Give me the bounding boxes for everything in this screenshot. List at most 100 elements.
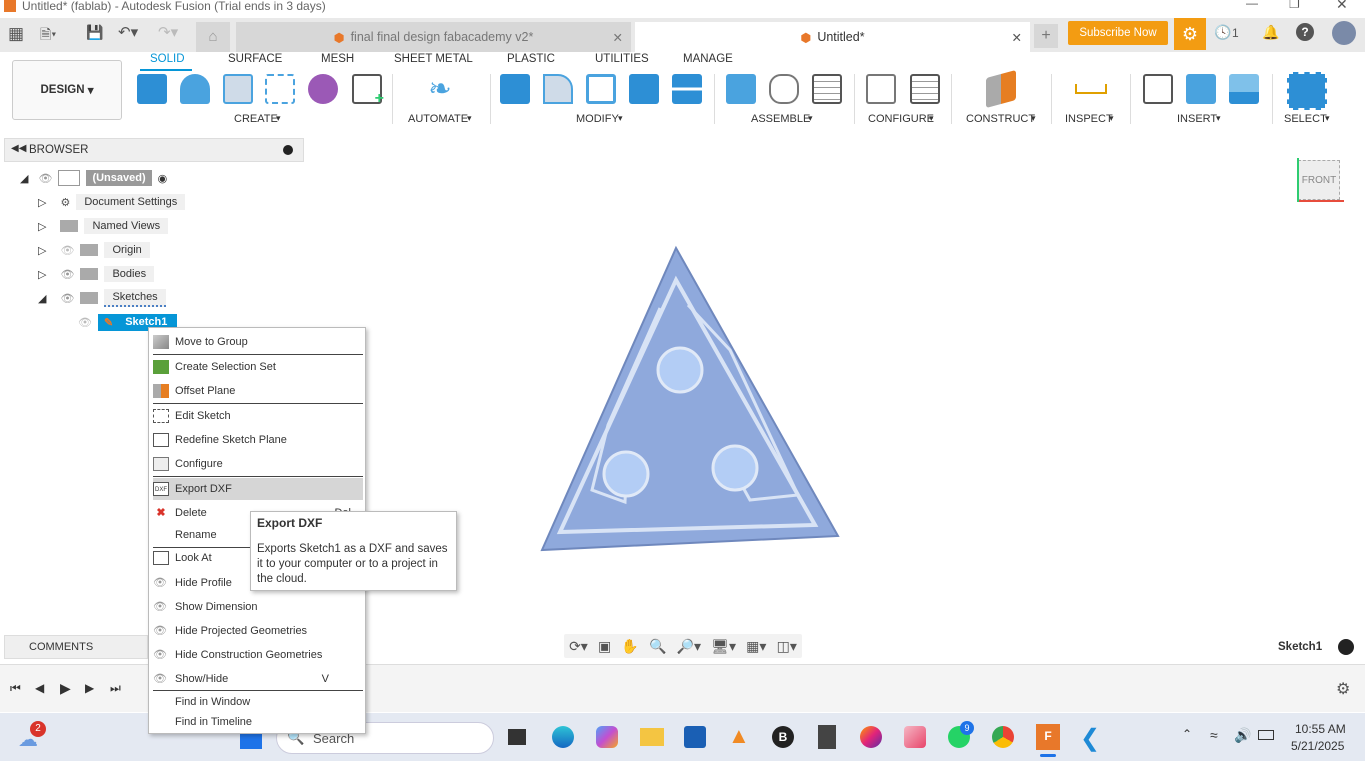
save-icon[interactable]: 💾	[86, 24, 103, 41]
volume-icon[interactable]: 🔊	[1234, 727, 1251, 744]
minimize-icon[interactable]: —	[1246, 0, 1258, 10]
file-explorer-icon[interactable]	[640, 728, 664, 746]
assemble-dropdown-icon[interactable]: ▾	[808, 113, 813, 124]
comments-panel[interactable]: COMMENTS	[4, 635, 148, 659]
menu-create-selection-set[interactable]: Create Selection Set	[153, 356, 363, 378]
inspect-dropdown-icon[interactable]: ▾	[1109, 113, 1114, 124]
modify-dropdown-icon[interactable]: ▾	[618, 113, 623, 124]
tab-untitled[interactable]: ⬢ Untitled* ✕	[635, 22, 1030, 52]
step-back-icon[interactable]: ◀	[35, 681, 44, 695]
group-construct[interactable]: CONSTRUCT	[966, 113, 1035, 125]
firefox-icon[interactable]	[860, 726, 882, 748]
step-forward-icon[interactable]: ▶	[85, 681, 94, 695]
expand-icon[interactable]: ▷	[38, 268, 46, 281]
extrude-icon[interactable]	[180, 74, 210, 104]
home-button[interactable]: ⌂	[196, 22, 230, 52]
menu-configure[interactable]: Configure	[153, 453, 363, 475]
orbit-icon[interactable]: ⟳▾	[569, 638, 588, 655]
menu-show-dimension[interactable]: 👁 Show Dimension	[153, 596, 363, 618]
look-at-icon[interactable]: ▣	[598, 638, 611, 655]
config-table-icon[interactable]	[910, 74, 940, 104]
menu-offset-plane[interactable]: Offset Plane	[153, 380, 363, 402]
insert-mcmaster-icon[interactable]	[1186, 74, 1216, 104]
workspace-switcher[interactable]: DESIGN ▾	[12, 60, 122, 120]
finish-sketch-icon[interactable]	[1338, 639, 1354, 655]
tab-sheet-metal[interactable]: SHEET METAL	[394, 53, 473, 65]
new-component-icon[interactable]	[137, 74, 167, 104]
calculator-icon[interactable]	[818, 725, 836, 749]
browser-panel-header[interactable]: ◀◀ BROWSER	[4, 138, 304, 162]
tab-utilities[interactable]: UTILITIES	[595, 53, 649, 65]
tab-plastic[interactable]: PLASTIC	[507, 53, 555, 65]
visibility-icon[interactable]: 👁	[38, 172, 52, 185]
group-select[interactable]: SELECT	[1284, 113, 1327, 125]
copilot-icon[interactable]	[596, 726, 618, 748]
bill-of-materials-icon[interactable]	[812, 74, 842, 104]
model-viewport[interactable]	[530, 240, 850, 560]
tab-manage[interactable]: MANAGE	[683, 53, 733, 65]
close-icon[interactable]: ✕	[1336, 0, 1348, 13]
edge-icon[interactable]	[552, 726, 574, 748]
group-configure[interactable]: CONFIGURE	[868, 113, 934, 125]
tab-solid[interactable]: SOLID	[150, 53, 185, 65]
tree-item-origin[interactable]: ▷ 👁 Origin	[38, 240, 150, 260]
photos-icon[interactable]	[904, 726, 926, 748]
close-tab-icon[interactable]: ✕	[613, 30, 623, 45]
configure-icon[interactable]	[866, 74, 896, 104]
job-status-icon[interactable]: 🕓	[1214, 24, 1231, 41]
form-icon[interactable]	[308, 74, 338, 104]
menu-find-in-timeline[interactable]: Find in Timeline	[153, 711, 363, 733]
zoom-icon[interactable]: 🔍	[649, 638, 666, 655]
new-component-assemble-icon[interactable]	[726, 74, 756, 104]
tree-item-sketches[interactable]: ◢ 👁 Sketches	[38, 288, 166, 308]
timeline-settings-icon[interactable]: ⚙	[1336, 679, 1350, 699]
joint-icon[interactable]	[769, 74, 799, 104]
expand-icon[interactable]: ◢	[38, 292, 46, 305]
redo-icon[interactable]: ↷▾	[158, 23, 178, 41]
tree-item-named-views[interactable]: ▷ Named Views	[38, 216, 169, 236]
group-assemble[interactable]: ASSEMBLE	[751, 113, 810, 125]
split-body-icon[interactable]	[672, 74, 702, 104]
task-view-icon[interactable]	[508, 729, 526, 745]
vlc-icon[interactable]: ▲	[728, 723, 750, 749]
construct-dropdown-icon[interactable]: ▾	[1031, 113, 1036, 124]
battery-icon[interactable]	[1258, 730, 1274, 740]
maximize-icon[interactable]: ❐	[1289, 0, 1300, 11]
undo-icon[interactable]: ↶▾	[118, 23, 138, 41]
menu-move-to-group[interactable]: Move to Group	[153, 331, 363, 353]
bitcoin-icon[interactable]: B	[772, 726, 794, 748]
user-avatar[interactable]	[1332, 21, 1356, 45]
select-dropdown-icon[interactable]: ▾	[1325, 113, 1330, 124]
go-to-end-icon[interactable]: ⏭	[110, 681, 121, 696]
file-menu-icon[interactable]: 🗎▾	[40, 24, 56, 48]
extensions-icon[interactable]: ⚙	[1174, 18, 1206, 50]
visibility-icon[interactable]: 👁	[60, 292, 74, 305]
grid-settings-icon[interactable]: ▦▾	[746, 638, 766, 655]
menu-edit-sketch[interactable]: Edit Sketch	[153, 405, 363, 427]
hidden-eye-icon[interactable]: 👁	[78, 316, 92, 329]
expand-icon[interactable]: ▷	[38, 244, 46, 257]
press-pull-icon[interactable]	[500, 74, 530, 104]
group-create[interactable]: CREATE	[234, 113, 278, 125]
activate-icon[interactable]: ◉	[158, 172, 168, 185]
menu-hide-construction-geometries[interactable]: 👁 Hide Construction Geometries	[153, 644, 363, 666]
browser-pin-icon[interactable]	[283, 145, 293, 155]
sketch-pattern-icon[interactable]	[265, 74, 295, 104]
tab-final-design[interactable]: ⬢ final final design fabacademy v2* ✕	[236, 22, 631, 52]
create-sketch-icon[interactable]: +	[352, 74, 384, 107]
menu-show-hide[interactable]: 👁 Show/Hide V	[153, 668, 363, 690]
grid-menu-icon[interactable]: ▦	[8, 24, 24, 44]
insert-canvas-icon[interactable]	[1229, 74, 1259, 104]
vscode-icon[interactable]: ❮	[1080, 724, 1100, 753]
subscribe-button[interactable]: Subscribe Now	[1068, 21, 1168, 45]
viewcube[interactable]: FRONT	[1298, 160, 1340, 200]
fusion-taskbar-icon[interactable]: F	[1036, 724, 1060, 750]
collapse-browser-icon[interactable]: ◀◀	[11, 143, 26, 154]
expand-icon[interactable]: ◢	[20, 172, 28, 185]
tab-surface[interactable]: SURFACE	[228, 53, 282, 65]
wifi-icon[interactable]: ≈	[1210, 727, 1218, 743]
tree-root[interactable]: ◢ 👁 (Unsaved) ◉	[20, 168, 167, 188]
close-tab-icon[interactable]: ✕	[1012, 30, 1022, 45]
insert-derive-icon[interactable]	[1143, 74, 1173, 104]
select-icon[interactable]	[1287, 72, 1327, 110]
